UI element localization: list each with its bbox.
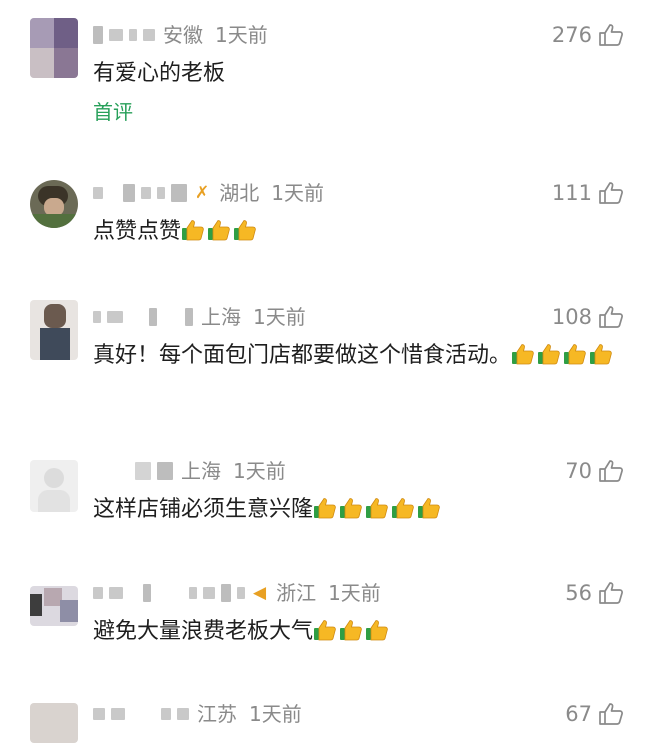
avatar[interactable] — [30, 300, 78, 360]
thumbs-up-emoji-icon — [589, 343, 613, 365]
region-label: 湖北 — [219, 181, 260, 205]
comment-meta: 上海 1天前 — [93, 454, 286, 488]
fan-badge-icon: ✗ — [195, 183, 210, 203]
like-count: 111 — [551, 181, 592, 205]
thumbs-up-emoji-icon — [207, 219, 231, 241]
thumbs-up-icon — [599, 582, 623, 604]
thumbs-up-emoji-icon — [233, 219, 257, 241]
like-count: 67 — [565, 702, 592, 726]
thumbs-up-emoji-icon — [181, 219, 205, 241]
thumbs-up-icon — [599, 306, 623, 328]
region-label: 上海 — [201, 305, 241, 329]
region-label: 安徽 — [163, 23, 203, 47]
thumbs-up-emoji-icon — [365, 497, 389, 519]
comment-meta: 江苏 1天前 — [93, 697, 302, 731]
first-comment-tag: 首评 — [93, 100, 133, 124]
thumbs-up-icon — [599, 460, 623, 482]
thumbs-up-emoji-icon — [563, 343, 587, 365]
comment-text: 真好！每个面包门店都要做这个惜食活动。 — [93, 343, 512, 368]
comment-text: 避免大量浪费老板大气 — [93, 619, 314, 644]
avatar[interactable] — [30, 180, 78, 228]
comment-body: 避免大量浪费老板大气 — [93, 616, 633, 647]
avatar[interactable] — [30, 586, 78, 626]
like-button[interactable]: 111 — [552, 176, 624, 210]
avatar[interactable] — [30, 18, 78, 78]
comment-body: 这样店铺必须生意兴隆 — [93, 494, 633, 525]
time-label: 1天前 — [249, 702, 302, 726]
time-label: 1天前 — [233, 459, 286, 483]
like-button[interactable]: 276 — [552, 18, 624, 52]
username-redacted[interactable] — [93, 584, 245, 602]
thumbs-up-emoji-icon — [313, 497, 337, 519]
like-count: 56 — [565, 581, 592, 605]
username-redacted[interactable] — [93, 26, 155, 44]
thumbs-up-emoji-icon — [313, 619, 337, 641]
thumbs-up-emoji-icon — [417, 497, 441, 519]
time-label: 1天前 — [271, 181, 324, 205]
like-button[interactable]: 56 — [565, 576, 624, 610]
comment-meta: 上海 1天前 — [93, 300, 306, 334]
region-label: 江苏 — [197, 702, 237, 726]
comment-meta: ◀ 浙江 1天前 — [93, 576, 381, 610]
thumbs-up-emoji-icon — [365, 619, 389, 641]
time-label: 1天前 — [328, 581, 381, 605]
thumbs-up-icon — [599, 24, 623, 46]
comment-text: 有爱心的老板 — [93, 61, 226, 86]
like-count: 108 — [551, 305, 592, 329]
thumbs-up-emoji-icon — [511, 343, 535, 365]
like-count: 70 — [565, 459, 592, 483]
thumbs-up-emoji-icon — [339, 497, 363, 519]
username-redacted[interactable] — [135, 462, 173, 480]
comment-body: 真好！每个面包门店都要做这个惜食活动。 — [93, 340, 633, 371]
username-redacted[interactable] — [93, 308, 193, 326]
comment-text: 这样店铺必须生意兴隆 — [93, 497, 314, 522]
thumbs-up-emoji-icon — [339, 619, 363, 641]
avatar[interactable] — [30, 703, 78, 743]
thumbs-up-emoji-icon — [391, 497, 415, 519]
like-count: 276 — [551, 23, 592, 47]
region-label: 上海 — [181, 459, 221, 483]
like-button[interactable]: 67 — [565, 697, 624, 731]
thumbs-up-icon — [599, 182, 623, 204]
region-label: 浙江 — [276, 581, 317, 605]
like-button[interactable]: 70 — [565, 454, 624, 488]
time-label: 1天前 — [253, 305, 306, 329]
username-redacted[interactable] — [93, 184, 187, 202]
comment-meta: 安徽 1天前 — [93, 18, 268, 52]
username-redacted[interactable] — [93, 708, 189, 720]
comment-meta: ✗ 湖北 1天前 — [93, 176, 324, 210]
time-label: 1天前 — [215, 23, 268, 47]
fan-badge-icon: ◀ — [253, 583, 267, 603]
comment-body: 点赞点赞 — [93, 216, 633, 247]
thumbs-up-icon — [599, 703, 623, 725]
like-button[interactable]: 108 — [552, 300, 624, 334]
thumbs-up-emoji-icon — [537, 343, 561, 365]
comment-text: 点赞点赞 — [93, 219, 182, 244]
avatar[interactable] — [30, 460, 78, 512]
